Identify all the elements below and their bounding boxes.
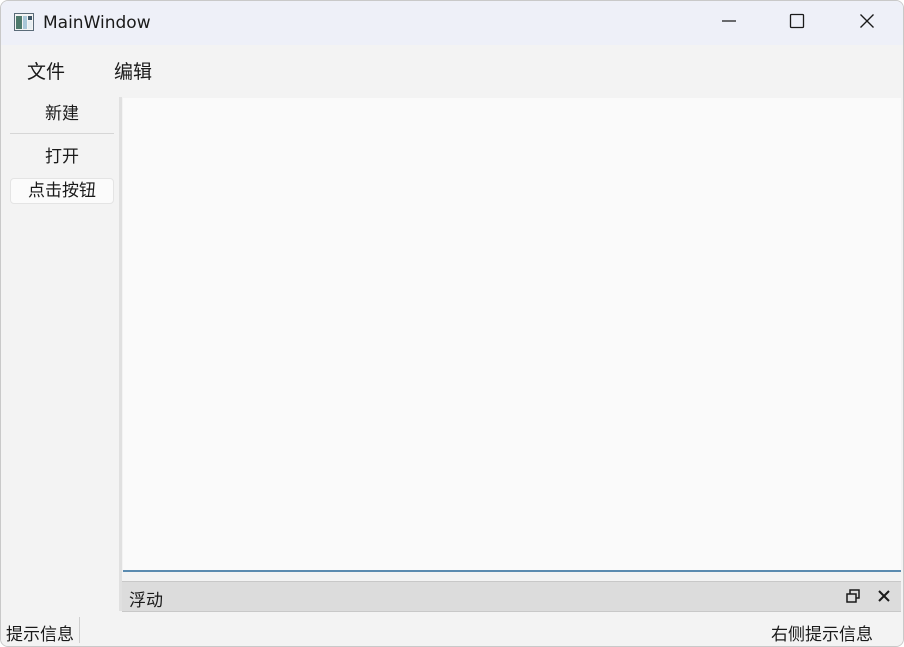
window-title: MainWindow <box>43 13 151 33</box>
status-separator <box>79 617 80 643</box>
minimize-icon <box>721 13 737 33</box>
menu-bar: 文件 编辑 <box>1 45 903 95</box>
dock-title-label: 浮动 <box>129 591 163 611</box>
main-window: MainWindow 文件 编辑 新建 打开 点击按钮 浮动 提示信息 右侧提示… <box>0 0 904 647</box>
menu-file[interactable]: 文件 <box>23 57 69 84</box>
new-button[interactable]: 新建 <box>10 101 114 127</box>
close-icon <box>859 13 875 33</box>
central-widget <box>123 98 901 570</box>
close-icon[interactable] <box>876 588 892 604</box>
toolbar-splitter[interactable] <box>119 97 122 611</box>
click-button[interactable]: 点击按钮 <box>10 178 114 204</box>
title-bar[interactable]: MainWindow <box>1 1 903 45</box>
dock-widget-title[interactable]: 浮动 <box>122 581 901 612</box>
float-icon[interactable] <box>845 588 861 604</box>
close-button[interactable] <box>833 1 901 45</box>
toolbar-separator <box>10 133 114 134</box>
status-bar: 提示信息 右侧提示信息 <box>1 613 903 646</box>
app-icon <box>14 13 34 31</box>
status-left-message: 提示信息 <box>6 625 74 645</box>
open-button[interactable]: 打开 <box>10 144 114 170</box>
minimize-button[interactable] <box>695 1 763 45</box>
status-right-message: 右侧提示信息 <box>771 625 873 645</box>
maximize-button[interactable] <box>763 1 831 45</box>
central-divider <box>123 570 901 572</box>
toolbar: 新建 打开 点击按钮 <box>1 97 119 611</box>
maximize-icon <box>789 13 805 33</box>
menu-edit[interactable]: 编辑 <box>110 57 156 84</box>
